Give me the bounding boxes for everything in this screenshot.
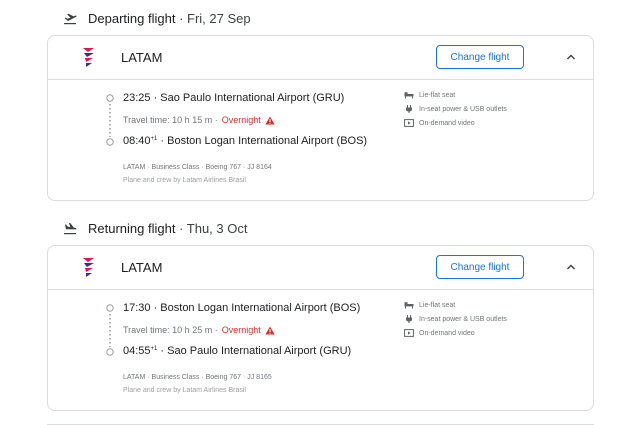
overnight-label: Overnight — [221, 325, 261, 335]
arrival-row: 04:55+1 · Sao Paulo International Airpor… — [123, 345, 352, 357]
change-flight-button[interactable]: Change flight — [436, 255, 524, 279]
timeline — [106, 304, 114, 356]
latam-logo — [83, 48, 94, 67]
departing-title: Departing flight · Fri, 27 Sep — [88, 10, 251, 26]
arrival-row: 08:40+1 · Boston Logan International Air… — [123, 135, 368, 147]
operated-by: Plane and crew by Latam Airlines Brasil — [123, 387, 246, 394]
takeoff-icon — [64, 13, 77, 25]
video-icon — [404, 329, 414, 337]
power-icon — [406, 105, 412, 113]
timeline — [106, 94, 114, 146]
departing-details: 23:25 · Sao Paulo International Airport … — [48, 80, 593, 200]
travel-time: Travel time: 10 h 15 m · Overnight — [123, 115, 275, 125]
warning-icon — [265, 326, 275, 334]
travel-time: Travel time: 10 h 25 m · Overnight — [123, 325, 275, 335]
airline-name: LATAM — [121, 50, 163, 65]
returning-card-header: LATAM Change flight — [48, 246, 593, 290]
video-icon — [404, 119, 414, 127]
returning-header: Returning flight · Thu, 3 Oct — [62, 218, 247, 238]
overnight-label: Overnight — [221, 115, 261, 125]
returning-title: Returning flight · Thu, 3 Oct — [88, 220, 248, 236]
departure-row: 17:30 · Boston Logan International Airpo… — [123, 302, 361, 314]
departing-header: Departing flight · Fri, 27 Sep — [62, 8, 251, 28]
flight-details: LATAM · Business Class · Boeing 767 · JJ… — [123, 164, 272, 171]
power-icon — [406, 315, 412, 323]
airline-name: LATAM — [121, 260, 163, 275]
operated-by: Plane and crew by Latam Airlines Brasil — [123, 177, 246, 184]
returning-details: 17:30 · Boston Logan International Airpo… — [48, 290, 593, 410]
amenity-video: On-demand video — [404, 119, 475, 127]
amenity-lie-flat: Lie-flat seat — [404, 91, 455, 99]
flight-details: LATAM · Business Class · Boeing 767 · JJ… — [123, 374, 272, 381]
seat-icon — [404, 92, 414, 99]
landing-icon — [64, 222, 77, 235]
amenity-power: In-seat power & USB outlets — [404, 105, 507, 113]
amenity-power: In-seat power & USB outlets — [404, 315, 507, 323]
chevron-up-icon[interactable] — [564, 260, 578, 274]
warning-icon — [265, 116, 275, 124]
change-flight-button[interactable]: Change flight — [436, 45, 524, 69]
returning-card: LATAM Change flight 17:30 · Boston Logan… — [47, 245, 594, 411]
seat-icon — [404, 302, 414, 309]
latam-logo — [83, 258, 94, 277]
departure-row: 23:25 · Sao Paulo International Airport … — [123, 92, 345, 104]
departing-card: LATAM Change flight 23:25 · Sao Paulo In… — [47, 35, 594, 201]
amenity-lie-flat: Lie-flat seat — [404, 301, 455, 309]
chevron-up-icon[interactable] — [564, 50, 578, 64]
departing-card-header: LATAM Change flight — [48, 36, 593, 80]
amenity-video: On-demand video — [404, 329, 475, 337]
